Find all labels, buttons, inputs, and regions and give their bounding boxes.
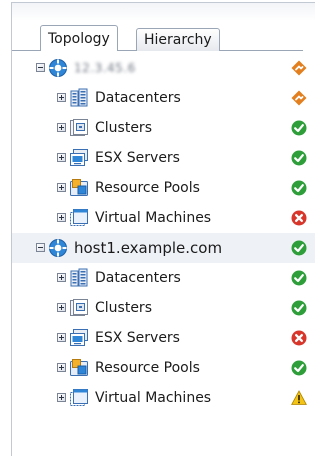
status-ok-icon [291,150,307,166]
expand-toggle-icon[interactable] [57,303,66,312]
status-error-icon [291,330,307,346]
tree-item-label: ESX Servers [95,150,180,166]
datacenter-icon [69,88,89,108]
status-warning-diamond-icon [291,90,307,106]
tree-item-label: Virtual Machines [95,210,212,226]
expand-toggle-icon[interactable] [57,273,66,282]
tree-item-datacenters[interactable]: Datacenters [12,263,315,293]
cluster-icon [69,298,89,318]
expand-toggle-icon[interactable] [57,393,66,402]
status-ok-icon [291,300,307,316]
resource-pool-icon [69,358,89,378]
expand-toggle-icon[interactable] [57,183,66,192]
virtual-machine-icon [69,388,89,408]
tree-item-esx-servers[interactable]: ESX Servers [12,143,315,173]
tab-hierarchy[interactable]: Hierarchy [136,28,220,51]
tree-item-label: Resource Pools [95,180,200,196]
status-ok-icon [291,360,307,376]
resource-pool-icon [69,178,89,198]
expand-toggle-icon[interactable] [57,123,66,132]
expand-toggle-icon[interactable] [57,213,66,222]
collapse-toggle-icon[interactable] [36,243,45,252]
datacenter-icon [69,268,89,288]
expand-toggle-icon[interactable] [57,333,66,342]
tree-item-label: Virtual Machines [95,390,212,406]
expand-toggle-icon[interactable] [57,93,66,102]
status-ok-icon [291,270,307,286]
tree-item-resource-pools[interactable]: Resource Pools [12,173,315,203]
tree-item-label: host1.example.com [74,239,223,257]
tree-item-label: Clusters [95,120,152,136]
tab-topology[interactable]: Topology [40,25,118,51]
status-error-icon [291,210,307,226]
tree-item-virtual-machines[interactable]: Virtual Machines [12,203,315,233]
tree-item-datacenters[interactable]: Datacenters [12,83,315,113]
status-warning-triangle-icon [291,390,307,406]
collapse-toggle-icon[interactable] [36,63,45,72]
tree-item-virtual-machines[interactable]: Virtual Machines [12,383,315,413]
virtual-machine-icon [69,208,89,228]
status-warning-diamond-icon [291,60,307,76]
tree-item-resource-pools[interactable]: Resource Pools [12,353,315,383]
topology-tree: 12.3.45.6 Datacenters Clusters ESX Servers R… [12,53,315,456]
tree-host-node[interactable]: host1.example.com [12,233,315,263]
tab-strip: Topology Hierarchy [12,3,315,53]
tree-host-node[interactable]: 12.3.45.6 [12,53,315,83]
expand-toggle-icon[interactable] [57,363,66,372]
expand-toggle-icon[interactable] [57,153,66,162]
cluster-icon [69,118,89,138]
tree-item-clusters[interactable]: Clusters [12,293,315,323]
status-ok-icon [291,240,307,256]
tree-item-label: Datacenters [95,90,181,106]
status-ok-icon [291,180,307,196]
tree-item-label: ESX Servers [95,330,180,346]
tree-item-label: Datacenters [95,270,181,286]
esx-server-icon [69,148,89,168]
host-icon [48,58,68,78]
status-ok-icon [291,120,307,136]
tree-item-clusters[interactable]: Clusters [12,113,315,143]
topology-panel: Topology Hierarchy 12.3.45.6 Datacenters C… [11,2,315,456]
tree-item-esx-servers[interactable]: ESX Servers [12,323,315,353]
esx-server-icon [69,328,89,348]
tree-item-label: Resource Pools [95,360,200,376]
tree-item-label: 12.3.45.6 [74,61,136,75]
host-icon [48,238,68,258]
tree-item-label: Clusters [95,300,152,316]
